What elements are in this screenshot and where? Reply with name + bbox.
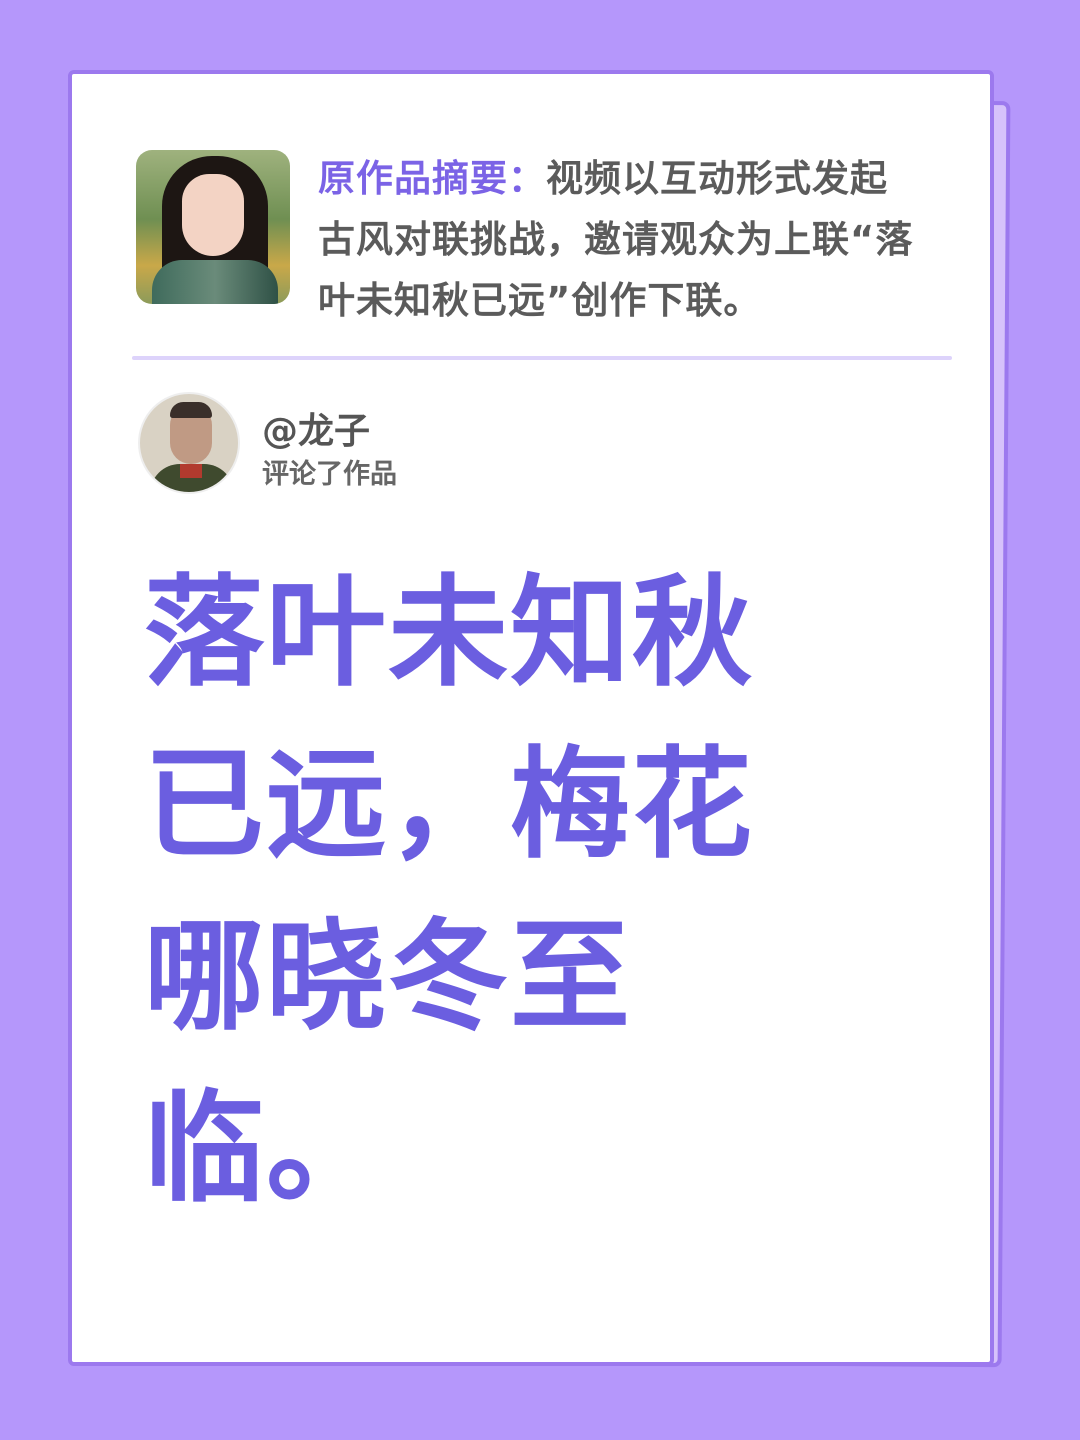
summary-text: 原作品摘要：视频以互动形式发起古风对联挑战，邀请观众为上联“落叶未知秋已远”创作… — [318, 148, 918, 331]
thumbnail-face — [182, 174, 244, 256]
summary-label: 原作品摘要： — [318, 157, 546, 200]
commenter-info: @龙子 评论了作品 — [138, 392, 638, 496]
video-thumbnail[interactable] — [136, 150, 290, 304]
avatar[interactable] — [138, 392, 240, 494]
commenter-action: 评论了作品 — [262, 459, 397, 490]
divider — [132, 356, 952, 360]
original-work-summary[interactable]: 原作品摘要：视频以互动形式发起古风对联挑战，邀请观众为上联“落叶未知秋已远”创作… — [136, 148, 956, 322]
commenter-name[interactable]: @龙子 — [262, 402, 370, 454]
comment-text: 落叶未知秋已远，梅花哪晓冬至临。 — [144, 564, 754, 1219]
avatar-collar — [180, 464, 202, 478]
thumbnail-scarf — [152, 260, 278, 304]
comment-card: 原作品摘要：视频以互动形式发起古风对联挑战，邀请观众为上联“落叶未知秋已远”创作… — [68, 70, 994, 1366]
avatar-hair — [170, 402, 212, 418]
